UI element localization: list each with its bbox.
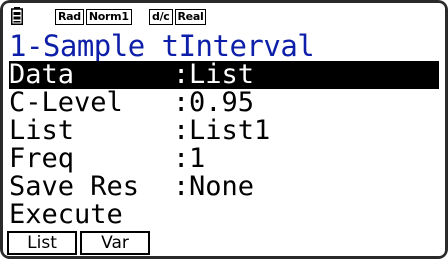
setting-label: Save Res	[9, 171, 140, 202]
status-bar: Rad Norm1 d/c Real	[3, 3, 445, 31]
f2-var-button[interactable]: Var	[80, 231, 150, 255]
function-key-bar: List Var	[7, 231, 150, 255]
mode-group-2: d/c Real	[149, 9, 207, 25]
setting-label: C-Level	[9, 87, 123, 118]
setting-row-list[interactable]: List : List1	[9, 117, 439, 145]
setting-value: List	[189, 59, 255, 90]
setting-colon: :	[173, 87, 190, 118]
fraction-mode-indicator: d/c	[149, 9, 173, 25]
setting-colon: :	[173, 171, 190, 202]
setting-value: List1	[189, 115, 271, 146]
setting-value: 1	[189, 143, 206, 174]
setting-value: None	[189, 171, 255, 202]
setting-value: 0.95	[189, 87, 255, 118]
execute-item[interactable]: Execute	[9, 201, 123, 229]
setting-row-data[interactable]: Data : List	[9, 61, 439, 89]
calculator-screen: Rad Norm1 d/c Real 1-Sample tInterval Da…	[3, 3, 445, 256]
setting-colon: :	[173, 115, 190, 146]
setting-row-freq[interactable]: Freq : 1	[9, 145, 439, 173]
screen-title: 1-Sample tInterval	[9, 29, 315, 63]
setting-label: Data	[9, 59, 75, 90]
display-mode-indicator: Norm1	[85, 9, 132, 25]
complex-mode-indicator: Real	[174, 9, 207, 25]
battery-icon	[11, 7, 23, 25]
setting-label: Freq	[9, 143, 75, 174]
mode-group-1: Rad Norm1	[55, 9, 132, 25]
angle-mode-indicator: Rad	[55, 9, 84, 25]
setting-row-save-res[interactable]: Save Res : None	[9, 173, 439, 201]
setting-colon: :	[173, 59, 190, 90]
f1-list-button[interactable]: List	[7, 231, 77, 255]
setting-label: List	[9, 115, 75, 146]
setting-row-c-level[interactable]: C-Level : 0.95	[9, 89, 439, 117]
setting-colon: :	[173, 143, 190, 174]
calculator-bezel: Rad Norm1 d/c Real 1-Sample tInterval Da…	[0, 0, 448, 259]
